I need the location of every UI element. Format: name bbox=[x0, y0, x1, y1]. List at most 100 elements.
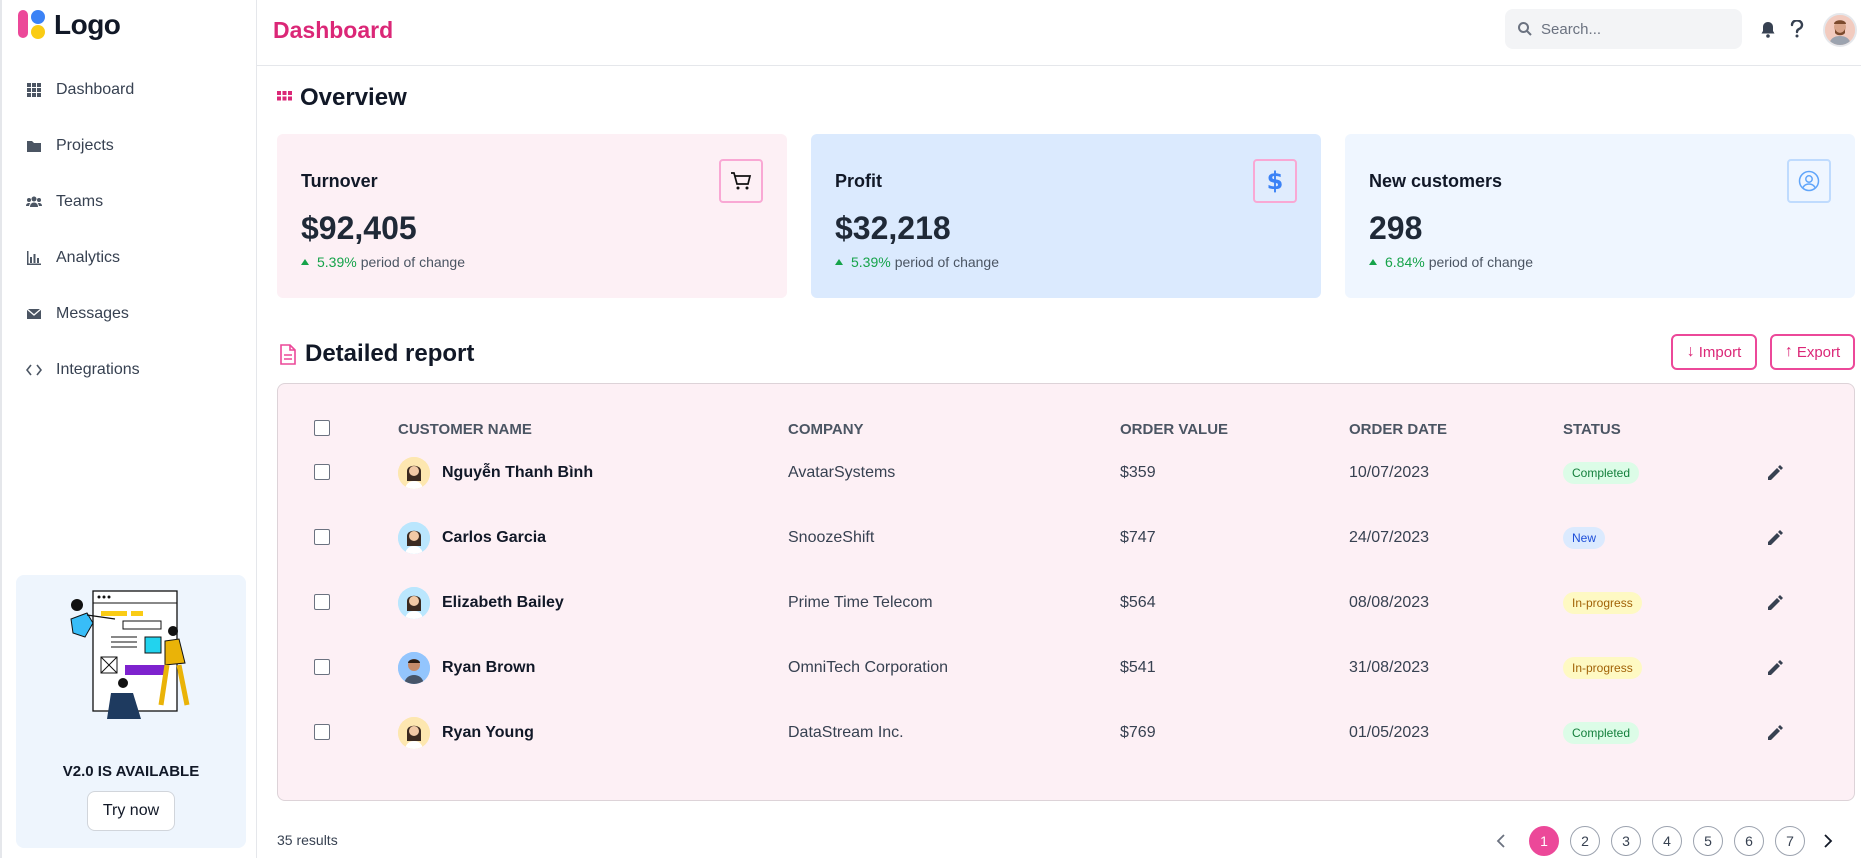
order-date: 08/08/2023 bbox=[1349, 593, 1430, 611]
logo-text: Logo bbox=[54, 9, 121, 40]
order-value: $769 bbox=[1120, 723, 1156, 741]
card-value: $32,218 bbox=[835, 210, 951, 246]
sidebar-item-messages[interactable]: Messages bbox=[2, 286, 256, 342]
avatar bbox=[398, 716, 430, 749]
chevron-left-icon[interactable] bbox=[1489, 826, 1513, 856]
column-header[interactable]: STATUS bbox=[1563, 421, 1621, 438]
help-icon[interactable] bbox=[1787, 19, 1807, 39]
new-customers-card: New customers 298 6.84% period of change bbox=[1345, 134, 1855, 298]
avatar bbox=[398, 521, 430, 554]
customer-name: Carlos Garcia bbox=[442, 528, 547, 546]
card-value: 298 bbox=[1369, 210, 1423, 246]
chart-bar-icon bbox=[27, 251, 41, 265]
overview-title-text: Overview bbox=[300, 84, 407, 111]
edit-icon[interactable] bbox=[1766, 659, 1784, 677]
page-button[interactable]: 3 bbox=[1611, 826, 1641, 856]
card-value: $92,405 bbox=[301, 210, 417, 246]
column-header[interactable]: CUSTOMER NAME bbox=[398, 421, 532, 438]
document-icon bbox=[280, 343, 296, 365]
row-checkbox[interactable] bbox=[314, 594, 330, 610]
edit-icon[interactable] bbox=[1766, 594, 1784, 612]
user-avatar[interactable] bbox=[1823, 13, 1857, 47]
trend-up-icon bbox=[1369, 259, 1377, 265]
report-title-text: Detailed report bbox=[305, 340, 475, 367]
company: AvatarSystems bbox=[788, 463, 896, 481]
order-date: 10/07/2023 bbox=[1349, 463, 1430, 481]
page-title: Dashboard bbox=[273, 17, 394, 43]
export-button[interactable]: ↑ Export bbox=[1770, 334, 1855, 370]
import-button[interactable]: ↓ Import bbox=[1671, 334, 1757, 370]
logo[interactable]: Logo bbox=[16, 8, 121, 42]
sidebar: Logo Dashboard Projects Teams Analytics … bbox=[0, 0, 257, 858]
profit-card: Profit $32,218 5.39% period of change $ bbox=[811, 134, 1321, 298]
customer-name: Ryan Brown bbox=[442, 658, 536, 676]
edit-icon[interactable] bbox=[1766, 464, 1784, 482]
table-row[interactable]: Nguyễn Thanh Bình AvatarSystems $359 10/… bbox=[278, 440, 1854, 505]
sidebar-item-integrations[interactable]: Integrations bbox=[2, 342, 256, 398]
try-now-button[interactable]: Try now bbox=[87, 791, 175, 831]
sidebar-item-label: Messages bbox=[56, 305, 129, 322]
select-all-checkbox[interactable] bbox=[314, 420, 330, 436]
pagination: 1 2 3 4 5 6 7 bbox=[1489, 826, 1840, 856]
search-icon bbox=[1518, 22, 1532, 36]
bell-icon[interactable] bbox=[1758, 19, 1778, 39]
sidebar-item-label: Projects bbox=[56, 137, 114, 154]
app: Logo Dashboard Projects Teams Analytics … bbox=[0, 0, 1861, 858]
column-header[interactable]: ORDER VALUE bbox=[1120, 421, 1228, 438]
sidebar-item-label: Analytics bbox=[56, 249, 121, 266]
edit-icon[interactable] bbox=[1766, 724, 1784, 742]
sidebar-nav: Dashboard Projects Teams Analytics Messa… bbox=[2, 62, 256, 398]
trend-up-icon bbox=[835, 259, 843, 265]
change-percent: 5.39% bbox=[851, 254, 891, 270]
sidebar-item-projects[interactable]: Projects bbox=[2, 118, 256, 174]
top-header: Dashboard bbox=[257, 0, 1861, 66]
table-row[interactable]: Carlos Garcia SnoozeShift $747 24/07/202… bbox=[278, 505, 1854, 570]
code-icon bbox=[26, 364, 42, 376]
search-input[interactable] bbox=[1541, 20, 1721, 38]
card-title: New customers bbox=[1369, 171, 1503, 191]
page-button[interactable]: 6 bbox=[1734, 826, 1764, 856]
sidebar-item-dashboard[interactable]: Dashboard bbox=[2, 62, 256, 118]
search-box[interactable] bbox=[1505, 9, 1742, 49]
table-row[interactable]: Ryan Young DataStream Inc. $769 01/05/20… bbox=[278, 700, 1854, 765]
report-table: CUSTOMER NAME COMPANY ORDER VALUE ORDER … bbox=[277, 383, 1855, 801]
page-button[interactable]: 5 bbox=[1693, 826, 1723, 856]
table-row[interactable]: Elizabeth Bailey Prime Time Telecom $564… bbox=[278, 570, 1854, 635]
import-label: Import bbox=[1698, 343, 1742, 361]
cart-icon bbox=[719, 159, 763, 203]
row-checkbox[interactable] bbox=[314, 724, 330, 740]
turnover-card: Turnover $92,405 5.39% period of change bbox=[277, 134, 787, 298]
order-value: $564 bbox=[1120, 593, 1156, 611]
order-value: $541 bbox=[1120, 658, 1156, 676]
user-circle-icon bbox=[1787, 159, 1831, 203]
change-label: period of change bbox=[360, 254, 466, 270]
company: Prime Time Telecom bbox=[788, 593, 933, 611]
sidebar-item-teams[interactable]: Teams bbox=[2, 174, 256, 230]
page-button[interactable]: 1 bbox=[1529, 826, 1559, 856]
column-header[interactable]: ORDER DATE bbox=[1349, 421, 1447, 438]
arrow-down-icon: ↓ bbox=[1686, 343, 1695, 360]
status-badge: In-progress bbox=[1563, 656, 1642, 679]
row-checkbox[interactable] bbox=[314, 659, 330, 675]
sidebar-item-label: Teams bbox=[56, 193, 104, 210]
column-header[interactable]: COMPANY bbox=[788, 421, 864, 438]
row-checkbox[interactable] bbox=[314, 464, 330, 480]
folder-icon bbox=[27, 141, 41, 152]
users-icon bbox=[26, 196, 42, 207]
change-label: period of change bbox=[1428, 254, 1534, 270]
page-button[interactable]: 7 bbox=[1775, 826, 1805, 856]
sidebar-item-analytics[interactable]: Analytics bbox=[2, 230, 256, 286]
results-count: 35 results bbox=[277, 832, 338, 848]
chevron-right-icon[interactable] bbox=[1816, 826, 1840, 856]
table-row[interactable]: Ryan Brown OmniTech Corporation $541 31/… bbox=[278, 635, 1854, 700]
page-button[interactable]: 2 bbox=[1570, 826, 1600, 856]
avatar bbox=[398, 651, 430, 684]
row-checkbox[interactable] bbox=[314, 529, 330, 545]
page-button[interactable]: 4 bbox=[1652, 826, 1682, 856]
card-title: Profit bbox=[835, 171, 882, 191]
sidebar-item-label: Dashboard bbox=[56, 81, 135, 98]
card-change: 5.39% period of change bbox=[301, 254, 465, 270]
company: SnoozeShift bbox=[788, 528, 875, 546]
company: DataStream Inc. bbox=[788, 723, 904, 741]
edit-icon[interactable] bbox=[1766, 529, 1784, 547]
